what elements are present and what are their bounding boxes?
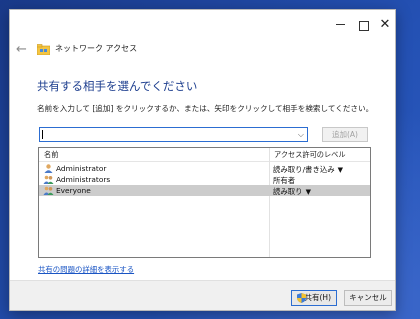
chevron-down-icon[interactable]: ⌵ <box>298 129 304 141</box>
add-button[interactable]: 追加(A) <box>322 127 368 142</box>
list-row-administrator[interactable]: Administrator 読み取り/書き込み ▼ <box>39 163 370 174</box>
sharing-help-link[interactable]: 共有の問題の詳細を表示する <box>38 264 134 275</box>
title-bar: ✕ <box>10 10 395 40</box>
minimize-icon <box>335 24 345 25</box>
uac-shield-icon <box>297 293 306 303</box>
back-arrow-icon[interactable]: ← <box>16 41 30 59</box>
share-button-label: 共有(H) <box>304 293 332 302</box>
window-title: ネットワーク アクセス <box>55 44 138 53</box>
column-header-permission[interactable]: アクセス許可のレベル <box>274 150 346 160</box>
dialog-footer: 共有(H) キャンセル <box>10 280 395 310</box>
list-header: 名前 アクセス許可のレベル <box>39 148 370 162</box>
dropdown-arrow-icon: ▼ <box>305 188 311 196</box>
row-name: Administrators <box>56 175 111 184</box>
group-icon <box>43 186 54 195</box>
close-button[interactable]: ✕ <box>372 14 395 36</box>
dropdown-arrow-icon: ▼ <box>337 166 344 174</box>
permission-value: 読み取り <box>273 187 303 196</box>
instruction-text: 名前を入力して [追加] をクリックするか、または、矢印をクリックして相手を検索… <box>37 104 374 113</box>
close-icon: ✕ <box>379 17 391 32</box>
name-combo-input[interactable]: ⌵ <box>39 127 308 142</box>
share-list: 名前 アクセス許可のレベル Administrator 読み取り/書き込み ▼ A… <box>38 147 371 258</box>
minimize-button[interactable] <box>327 14 353 36</box>
permission-dropdown[interactable]: 読み取り ▼ <box>273 186 311 197</box>
group-icon <box>43 175 54 184</box>
share-button[interactable]: 共有(H) <box>291 290 337 306</box>
network-share-icon <box>37 44 50 55</box>
list-row-everyone[interactable]: Everyone 読み取り ▼ <box>39 185 370 196</box>
cancel-button[interactable]: キャンセル <box>344 290 392 306</box>
permission-value: 読み取り/書き込み <box>273 165 335 174</box>
list-row-administrators[interactable]: Administrators 所有者 <box>39 174 370 185</box>
maximize-icon <box>359 21 369 31</box>
sharing-dialog: ✕ ← ネットワーク アクセス 共有する相手を選んでください 名前を入力して [… <box>9 9 396 311</box>
row-name: Everyone <box>56 186 91 195</box>
user-icon <box>44 164 53 173</box>
row-name: Administrator <box>56 164 107 173</box>
text-cursor <box>42 130 43 139</box>
page-title: 共有する相手を選んでください <box>37 79 198 93</box>
column-header-name[interactable]: 名前 <box>44 150 58 160</box>
